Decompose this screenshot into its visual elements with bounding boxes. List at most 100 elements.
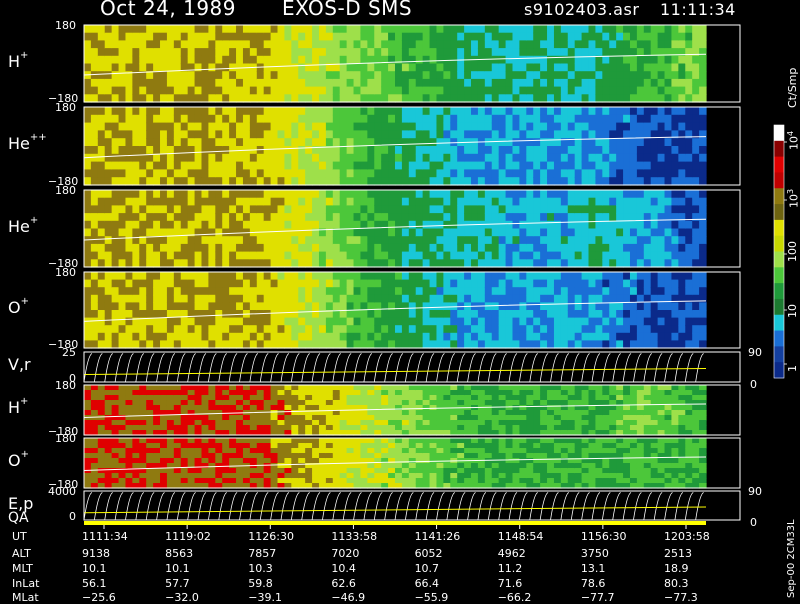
heatmap-cell	[616, 94, 624, 103]
heatmap-cell	[90, 236, 99, 245]
heatmap-cell	[602, 325, 610, 334]
heatmap-cell	[588, 251, 597, 260]
heatmap-cell	[491, 236, 500, 245]
heatmap-cell	[125, 420, 133, 426]
heatmap-cell	[699, 279, 707, 288]
heatmap-cell	[671, 405, 679, 411]
heatmap-cell	[187, 130, 196, 139]
heatmap-cell	[305, 153, 313, 163]
heatmap-cell	[187, 205, 196, 214]
heatmap-cell	[692, 228, 700, 237]
heatmap-cell	[277, 169, 286, 178]
heatmap-cell	[270, 197, 279, 206]
heatmap-cell	[415, 425, 424, 431]
heatmap-cell	[84, 107, 92, 116]
heatmap-cell	[97, 415, 106, 421]
heatmap-cell	[125, 448, 133, 454]
heatmap-cell	[111, 294, 120, 303]
heatmap-cell	[560, 400, 569, 406]
heatmap-cell	[443, 169, 451, 178]
heatmap-cell	[360, 332, 368, 341]
heatmap-cell	[242, 302, 251, 311]
heatmap-cell	[318, 317, 327, 326]
heatmap-cell	[609, 205, 617, 214]
heatmap-cell	[671, 220, 679, 230]
heatmap-cell	[553, 78, 562, 88]
heatmap-cell	[650, 122, 659, 131]
heatmap-cell	[588, 177, 597, 186]
heatmap-cell	[284, 169, 292, 178]
heatmap-cell	[284, 71, 292, 80]
heatmap-cell	[256, 243, 265, 253]
heatmap-cell	[678, 279, 686, 288]
heatmap-cell	[249, 220, 258, 230]
heatmap-cell	[367, 448, 375, 454]
heatmap-cell	[678, 390, 686, 396]
heatmap-cell	[422, 279, 431, 288]
heatmap-cell	[312, 279, 320, 288]
heatmap-cell	[97, 425, 106, 431]
heatmap-cell	[395, 478, 403, 484]
heatmap-cell	[408, 317, 417, 326]
heatmap-cell	[381, 86, 389, 95]
heatmap-cell	[636, 410, 645, 416]
heatmap-cell	[678, 220, 686, 230]
heatmap-cell	[560, 122, 569, 131]
heatmap-cell	[305, 405, 313, 411]
heatmap-cell	[692, 325, 700, 334]
heatmap-cell	[97, 205, 106, 214]
heatmap-cell	[553, 32, 562, 41]
heatmap-cell	[388, 415, 396, 421]
heatmap-cell	[236, 279, 244, 288]
heatmap-cell	[201, 332, 209, 341]
heatmap-cell	[346, 395, 355, 401]
heatmap-cell	[146, 228, 154, 237]
heatmap-cell	[616, 78, 624, 88]
heatmap-cell	[270, 205, 279, 214]
heatmap-cell	[236, 130, 244, 139]
heatmap-cell	[408, 40, 417, 49]
heatmap-cell	[512, 153, 520, 163]
heatmap-cell	[284, 468, 292, 474]
heatmap-cell	[291, 425, 299, 431]
heatmap-cell	[346, 410, 355, 416]
heatmap-cell	[436, 400, 444, 406]
heatmap-cell	[84, 25, 92, 34]
heatmap-cell	[457, 169, 465, 178]
heatmap-cell	[305, 287, 313, 296]
heatmap-cell	[374, 385, 382, 391]
heatmap-cell	[84, 114, 92, 124]
heatmap-cell	[270, 463, 279, 469]
heatmap-cell	[381, 177, 389, 186]
heatmap-cell	[353, 205, 362, 214]
heatmap-cell	[360, 71, 368, 80]
heatmap-cell	[643, 228, 652, 237]
heatmap-cell	[519, 63, 527, 72]
heatmap-cell	[111, 420, 120, 426]
heatmap-cell	[256, 48, 265, 57]
heatmap-cell	[436, 287, 444, 296]
heatmap-cell	[284, 94, 292, 103]
heatmap-cell	[125, 122, 133, 131]
heatmap-cell	[173, 107, 182, 116]
heatmap-cell	[533, 302, 541, 311]
heatmap-cell	[436, 205, 444, 214]
heatmap-cell	[256, 153, 265, 163]
heatmap-cell	[484, 220, 493, 230]
heatmap-cell	[215, 48, 223, 57]
heatmap-cell	[692, 153, 700, 163]
heatmap-cell	[236, 40, 244, 49]
heatmap-cell	[464, 94, 472, 103]
heatmap-cell	[132, 190, 140, 199]
heatmap-cell	[401, 294, 410, 303]
heatmap-cell	[173, 317, 182, 326]
heatmap-cell	[609, 310, 617, 319]
heatmap-cell	[84, 302, 92, 311]
heatmap-cell	[623, 294, 631, 303]
heatmap-cell	[560, 395, 569, 401]
heatmap-cell	[657, 425, 666, 431]
heatmap-cell	[395, 400, 403, 406]
heatmap-cell	[332, 122, 341, 131]
heatmap-cell	[360, 153, 368, 163]
heatmap-cell	[353, 332, 362, 341]
